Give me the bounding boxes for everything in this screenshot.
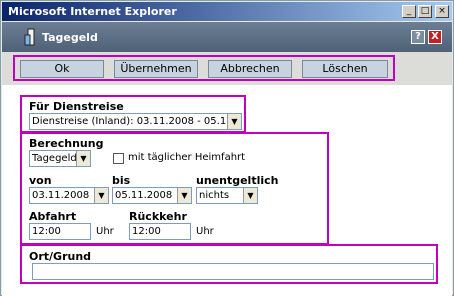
browser-window: Microsoft Internet Explorer _ □ × Tagege…	[0, 0, 454, 296]
calculation-section: Berechnung Tagegeld ▼ mit täglicher Heim…	[20, 132, 329, 245]
departure-time-input[interactable]: 12:00	[29, 223, 91, 240]
location-label: Ort/Grund	[29, 250, 92, 263]
trip-select[interactable]: Dienstreise (Inland): 03.11.2008 - 05.11…	[29, 113, 242, 130]
from-date-select[interactable]: 03.11.2008 ▼	[29, 187, 109, 204]
trip-label: Für Dienstreise	[29, 100, 124, 113]
calculation-mode-value: Tagegeld	[32, 153, 77, 164]
return-time-input[interactable]: 12:00	[129, 223, 191, 240]
from-date-value: 03.11.2008	[32, 190, 90, 201]
location-section: Ort/Grund	[20, 244, 438, 284]
from-label: von	[29, 174, 52, 187]
free-provision-select[interactable]: nichts ▼	[196, 187, 258, 204]
cancel-button[interactable]: Abbrechen	[208, 60, 292, 78]
to-date-value: 05.11.2008	[115, 190, 173, 201]
calculation-label: Berechnung	[29, 137, 104, 150]
calculation-mode-select[interactable]: Tagegeld ▼	[29, 150, 91, 167]
chevron-down-icon: ▼	[94, 188, 108, 203]
window-titlebar: Microsoft Internet Explorer _ □ ×	[2, 2, 452, 21]
chevron-down-icon: ▼	[227, 114, 241, 129]
return-label: Rückkehr	[129, 210, 187, 223]
dialog-title: Tagegeld	[42, 31, 98, 44]
dialog-close-icon[interactable]: X	[428, 30, 442, 44]
help-icon[interactable]: ?	[411, 30, 425, 44]
to-date-select[interactable]: 05.11.2008 ▼	[112, 187, 192, 204]
location-input[interactable]	[32, 263, 434, 280]
trip-section: Für Dienstreise Dienstreise (Inland): 03…	[20, 95, 246, 133]
window-title: Microsoft Internet Explorer	[8, 5, 177, 18]
chevron-down-icon: ▼	[76, 151, 90, 166]
return-unit: Uhr	[196, 226, 214, 237]
dialog-header: Tagegeld ? X	[2, 22, 452, 52]
daily-home-label: mit täglicher Heimfahrt	[128, 152, 246, 163]
departure-unit: Uhr	[96, 226, 114, 237]
daily-home-checkbox[interactable]	[113, 153, 124, 164]
chevron-down-icon: ▼	[177, 188, 191, 203]
ok-button[interactable]: Ok	[20, 60, 104, 78]
departure-label: Abfahrt	[29, 210, 77, 223]
to-label: bis	[112, 174, 131, 187]
apply-button[interactable]: Übernehmen	[114, 60, 198, 78]
maximize-button[interactable]: □	[418, 5, 432, 18]
free-provision-value: nichts	[199, 190, 230, 201]
window-close-button[interactable]: ×	[435, 5, 449, 18]
trip-select-value: Dienstreise (Inland): 03.11.2008 - 05.11…	[32, 116, 242, 127]
chevron-down-icon: ▼	[243, 188, 257, 203]
app-logo-icon	[24, 28, 35, 46]
delete-button[interactable]: Löschen	[302, 60, 388, 78]
minimize-button[interactable]: _	[402, 5, 416, 18]
